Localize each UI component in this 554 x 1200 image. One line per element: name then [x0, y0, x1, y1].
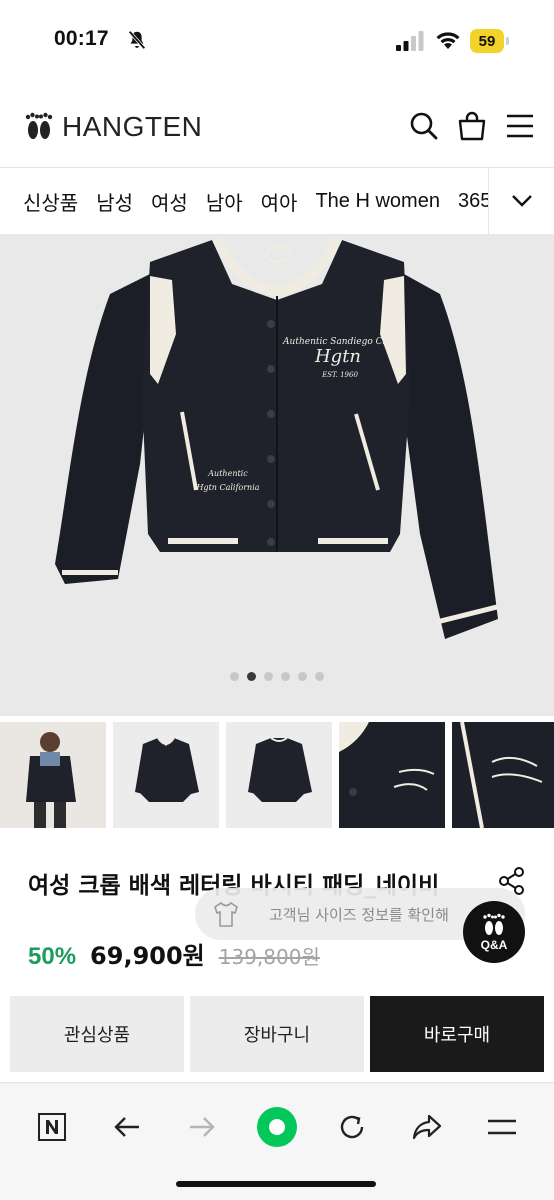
search-icon [410, 112, 438, 140]
menu-icon [488, 1119, 517, 1135]
naver-green-button[interactable] [254, 1104, 300, 1150]
carousel-dots [0, 672, 554, 681]
qa-label: Q&A [480, 937, 508, 952]
back-arrow-icon [114, 1117, 139, 1137]
home-indicator [176, 1181, 376, 1187]
chevron-down-icon [511, 195, 532, 207]
product-hero-image[interactable]: Authentic Sandiego Club Hgtn EST. 1960 A… [0, 234, 554, 716]
browser-menu-button[interactable] [479, 1104, 525, 1150]
thumbnail-model-photo[interactable] [0, 722, 106, 828]
carousel-dot[interactable] [230, 672, 239, 681]
category-nav: 신상품 남성 여성 남아 여아 The H women 365 [0, 168, 554, 234]
refresh-icon [340, 1115, 364, 1139]
search-button[interactable] [408, 110, 440, 142]
naver-home-button[interactable] [29, 1104, 75, 1150]
cart-button[interactable] [456, 110, 488, 142]
original-price: 139,800원 [218, 945, 320, 969]
footprint-logo-icon [25, 112, 53, 139]
varsity-jacket-illustration: Authentic Sandiego Club Hgtn EST. 1960 A… [55, 238, 498, 639]
forward-arrow-icon [189, 1117, 215, 1137]
wifi-icon [436, 32, 460, 49]
discount-rate: 50% [28, 943, 77, 970]
back-button[interactable] [104, 1104, 150, 1150]
category-boys[interactable]: 남아 [206, 187, 243, 216]
carousel-dot[interactable] [315, 672, 324, 681]
shirt-icon [214, 901, 238, 927]
battery-level: 59 [470, 29, 504, 53]
category-new[interactable]: 신상품 [23, 187, 78, 216]
action-buttons: 관심상품 장바구니 바로구매 [10, 996, 544, 1072]
embroidery-chest-line3: EST. 1960 [321, 371, 358, 379]
wishlist-button[interactable]: 관심상품 [10, 996, 184, 1072]
add-to-cart-button[interactable]: 장바구니 [190, 996, 364, 1072]
carousel-dot[interactable] [264, 672, 273, 681]
site-header: HANGTEN [0, 84, 554, 168]
share-page-button[interactable] [404, 1104, 450, 1150]
carousel-dot[interactable] [298, 672, 307, 681]
status-time: 00:17 [54, 27, 109, 50]
logo-text: HANGTEN [62, 111, 203, 142]
carousel-dot[interactable] [281, 672, 290, 681]
green-dot-icon [256, 1107, 297, 1147]
category-expand-button[interactable] [488, 168, 554, 234]
category-the-h-women[interactable]: The H women [315, 190, 440, 213]
thumbnail-front-view[interactable] [113, 722, 219, 828]
footprint-icon [483, 913, 505, 935]
category-girls[interactable]: 여아 [261, 187, 298, 216]
embroidery-chest-line2: Hgtn [314, 346, 361, 367]
thumbnail-pocket-detail[interactable] [452, 722, 554, 828]
menu-icon [507, 114, 533, 138]
category-women[interactable]: 여성 [151, 187, 188, 216]
category-men[interactable]: 남성 [96, 187, 133, 216]
signal-icon [396, 31, 424, 51]
thumbnail-back-view[interactable] [226, 722, 332, 828]
menu-button[interactable] [504, 110, 536, 142]
size-banner-text: 고객님 사이즈 정보를 확인해 [269, 905, 449, 924]
thumbnail-strip [0, 722, 554, 828]
buy-now-button[interactable]: 바로구매 [370, 996, 544, 1072]
category-365[interactable]: 365 [458, 190, 491, 213]
naver-n-icon [37, 1113, 66, 1141]
carousel-dot-active[interactable] [247, 672, 256, 681]
thumbnail-chest-detail[interactable] [339, 722, 445, 828]
status-bar: 00:17 59 [0, 0, 554, 84]
embroidery-pocket-line1: Authentic [207, 469, 248, 478]
brand-logo[interactable]: HANGTEN [22, 110, 202, 144]
battery-icon: 59 [470, 29, 510, 53]
sale-price: 69,900원 [90, 942, 205, 970]
forward-button[interactable] [179, 1104, 225, 1150]
share-arrow-icon [413, 1114, 442, 1140]
qa-button[interactable]: Q&A [463, 901, 525, 963]
embroidery-pocket-line2: Hgtn California [195, 483, 259, 492]
shopping-bag-icon [458, 111, 486, 141]
refresh-button[interactable] [329, 1104, 375, 1150]
price-row: 50% 69,900원 139,800원 [28, 936, 320, 971]
bell-off-icon [128, 30, 146, 50]
